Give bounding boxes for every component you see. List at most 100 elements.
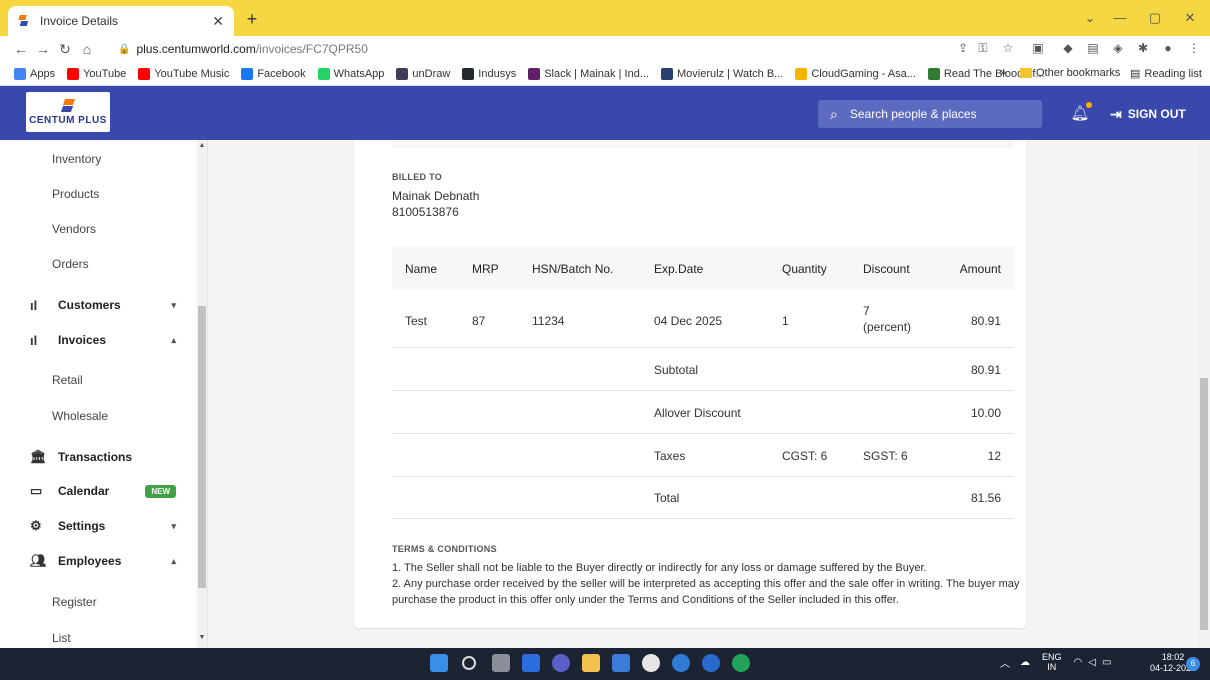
- sidebar-item-label: Settings: [58, 519, 106, 533]
- sign-out-button[interactable]: ⇥ SIGN OUT: [1110, 104, 1190, 124]
- reading-list-button[interactable]: ▤ Reading list: [1130, 67, 1202, 81]
- battery-icon[interactable]: ▭: [1102, 657, 1111, 668]
- sidebar-item-wholesale[interactable]: Wholesale: [0, 399, 196, 433]
- bookmark-item[interactable]: WhatsApp: [317, 67, 384, 80]
- new-tab-button[interactable]: +: [240, 8, 264, 30]
- centum-plus-logo[interactable]: CENTUM PLUS: [26, 92, 110, 132]
- sidebar-item-products[interactable]: Products: [0, 177, 196, 211]
- back-arrow-icon[interactable]: ←: [10, 41, 32, 57]
- scroll-down-arrow-icon[interactable]: ▼: [198, 634, 206, 641]
- column-header-mrp: MRP: [472, 262, 499, 276]
- subtotal-value: 80.91: [970, 363, 1001, 377]
- bookmark-item[interactable]: CloudGaming - Asa...: [795, 67, 916, 80]
- tray-chevron-icon[interactable]: ︿: [1000, 655, 1010, 670]
- sidebar-item-label: Invoices: [58, 333, 107, 347]
- menu-kebab-icon[interactable]: ⋮: [1186, 40, 1202, 56]
- sidebar-item-orders[interactable]: Orders: [0, 247, 196, 281]
- extension-3-icon[interactable]: ▤: [1085, 40, 1101, 56]
- metamask-icon[interactable]: ◈: [1110, 40, 1126, 56]
- scroll-up-arrow-icon[interactable]: ▲: [198, 142, 206, 149]
- sidebar-item-label: Calendar: [58, 484, 110, 498]
- task-view-icon[interactable]: [492, 654, 510, 672]
- customer-phone: 8100513876: [392, 205, 459, 219]
- chevron-down-icon: ▾: [171, 520, 176, 531]
- sidebar-item-settings[interactable]: ⚙ Settings ▾: [0, 509, 196, 543]
- star-icon[interactable]: ☆: [1000, 40, 1016, 56]
- sidebar-item-customers[interactable]: ıl Customers ▾: [0, 288, 196, 322]
- logout-icon: ⇥: [1110, 105, 1122, 122]
- sidebar-item-invoices[interactable]: ıl Invoices ▴: [0, 323, 196, 357]
- sidebar-item-inventory[interactable]: Inventory: [0, 142, 196, 176]
- total-value: 81.56: [970, 491, 1001, 505]
- chrome-profile-icon[interactable]: [702, 654, 720, 672]
- sidebar-item-label: List: [52, 631, 71, 645]
- bookmark-item[interactable]: YouTube Music: [138, 67, 229, 80]
- close-window-button[interactable]: ✕: [1175, 8, 1205, 28]
- volume-icon[interactable]: ◁: [1088, 657, 1096, 668]
- file-explorer-icon[interactable]: [582, 654, 600, 672]
- minimize-button[interactable]: —: [1105, 8, 1135, 28]
- extension-2-icon[interactable]: ◆: [1060, 40, 1076, 56]
- chrome-icon[interactable]: [732, 654, 750, 672]
- bookmark-item[interactable]: Indusys: [462, 67, 517, 80]
- bookmark-label: Indusys: [478, 67, 517, 80]
- bookmark-label: YouTube: [83, 67, 127, 80]
- notification-count-badge[interactable]: 6: [1186, 657, 1200, 671]
- reload-icon[interactable]: ↻: [54, 41, 76, 58]
- close-tab-icon[interactable]: ✕: [212, 13, 224, 30]
- extension-1-icon[interactable]: ▣: [1030, 40, 1046, 56]
- tab-search-chevron-icon[interactable]: ⌄: [1075, 8, 1105, 28]
- url-bar[interactable]: 🔒 plus.centumworld.com /invoices/FC7QPR5…: [118, 40, 998, 58]
- sidebar-item-transactions[interactable]: 🏛︎ Transactions: [0, 440, 196, 474]
- share-icon[interactable]: ⇪: [955, 40, 971, 56]
- profile-icon[interactable]: ●: [1160, 40, 1176, 56]
- bookmarks-more-button[interactable]: »: [1000, 67, 1006, 79]
- windows-start-icon[interactable]: [430, 654, 448, 672]
- subtotal-label: Subtotal: [654, 363, 699, 377]
- onedrive-icon[interactable]: ☁: [1020, 657, 1030, 668]
- bookmark-item[interactable]: YouTube: [67, 67, 127, 80]
- sidebar-item-label: Transactions: [58, 450, 133, 464]
- sidebar-item-retail[interactable]: Retail: [0, 363, 196, 397]
- bookmark-item[interactable]: Slack | Mainak | Ind...: [528, 67, 649, 80]
- centum-favicon-icon: [18, 15, 29, 26]
- widgets-icon[interactable]: [522, 654, 540, 672]
- forward-arrow-icon[interactable]: →: [32, 41, 54, 57]
- sidebar-item-register[interactable]: Register: [0, 585, 196, 619]
- home-icon[interactable]: ⌂: [76, 41, 98, 57]
- wifi-icon[interactable]: ◠: [1074, 657, 1083, 668]
- sidebar-item-employees[interactable]: 👥︎ Employees ▴: [0, 544, 196, 578]
- bookmark-item[interactable]: Facebook: [241, 67, 306, 80]
- bookmark-item[interactable]: unDraw: [396, 67, 450, 80]
- search-bar[interactable]: ⌕ Search people & places: [818, 100, 1042, 128]
- sidebar-item-label: Orders: [52, 257, 89, 271]
- total-label: Total: [654, 491, 680, 505]
- taxes-total: 12: [987, 449, 1001, 463]
- sidebar-scrollbar-thumb[interactable]: [198, 306, 206, 588]
- browser-tab[interactable]: Invoice Details ✕: [8, 6, 234, 36]
- bookmark-label: Slack | Mainak | Ind...: [544, 67, 649, 80]
- main-scrollbar-thumb[interactable]: [1200, 378, 1208, 630]
- item-exp-date: 04 Dec 2025: [654, 314, 723, 328]
- bookmark-item[interactable]: Apps: [14, 67, 55, 80]
- store-icon[interactable]: [612, 654, 630, 672]
- bank-icon: 🏛︎: [30, 449, 47, 464]
- people-icon: 👥︎: [30, 553, 47, 568]
- bookmark-favicon-icon: [927, 67, 940, 80]
- chevron-down-icon: ▾: [171, 299, 176, 310]
- bookmark-favicon-icon: [317, 67, 330, 80]
- notification-bell-icon[interactable]: 🔔︎: [1070, 102, 1092, 124]
- extensions-puzzle-icon[interactable]: ✱: [1135, 40, 1151, 56]
- bookmark-item[interactable]: Movierulz | Watch B...: [660, 67, 783, 80]
- github-desktop-icon[interactable]: [642, 654, 660, 672]
- app-icon[interactable]: [672, 654, 690, 672]
- search-icon[interactable]: [462, 656, 476, 670]
- tab-title: Invoice Details: [40, 14, 119, 28]
- maximize-button[interactable]: ▢: [1140, 8, 1170, 28]
- teams-chat-icon[interactable]: [552, 654, 570, 672]
- key-icon[interactable]: ⚿: [975, 40, 991, 56]
- language-indicator[interactable]: ENG IN: [1042, 652, 1062, 672]
- sidebar-item-calendar[interactable]: ▭ Calendar NEW: [0, 474, 196, 508]
- other-bookmarks-folder[interactable]: Other bookmarks: [1020, 67, 1120, 79]
- sidebar-item-vendors[interactable]: Vendors: [0, 212, 196, 246]
